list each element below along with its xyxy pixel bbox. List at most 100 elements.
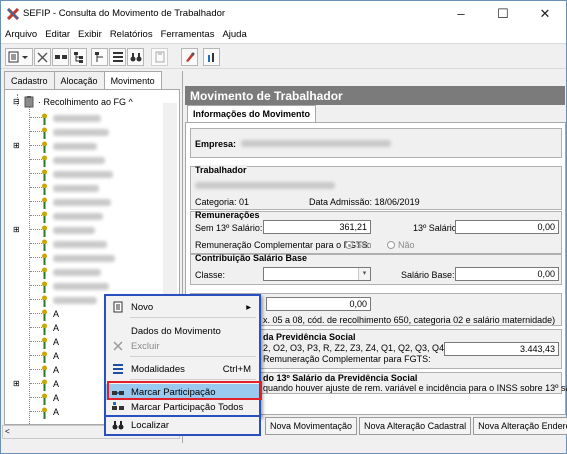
tab-movimento[interactable]: Movimento [103, 71, 162, 90]
toolbar [1, 43, 566, 69]
menu-editar[interactable]: Editar [41, 29, 74, 40]
tab-alocacao[interactable]: Alocação [53, 71, 105, 89]
maximize-button[interactable]: ☐ [482, 1, 524, 26]
worker-icon [41, 365, 48, 377]
delete-icon[interactable] [34, 48, 51, 66]
menu-item-modalidades[interactable]: Modalidades Ctrl+M [106, 361, 259, 377]
worker-icon [41, 239, 48, 251]
mark-all-icon [112, 401, 124, 413]
empresa-name-redacted [241, 140, 391, 147]
expand-icon[interactable]: ⊞ [13, 379, 20, 388]
decimo-desc: quando houver ajuste de rem. variável e … [263, 383, 567, 393]
menu-item-dados[interactable]: Dados do Movimento [106, 323, 259, 339]
paint-icon[interactable] [181, 48, 198, 66]
chart-icon[interactable] [203, 48, 220, 66]
menu-arquivo[interactable]: Arquivo [1, 29, 41, 40]
tree-item[interactable]: ⊞ [5, 224, 175, 237]
menu-exibir[interactable]: Exibir [74, 29, 106, 40]
maternidade-input[interactable]: 0,00 [266, 297, 371, 311]
folder-icon [24, 96, 34, 110]
menu-bar: Arquivo Editar Exibir Relatórios Ferrame… [1, 26, 566, 43]
disk-icon[interactable] [151, 48, 168, 66]
worker-icon [41, 407, 48, 419]
empresa-box: Empresa: [190, 128, 562, 158]
sefip-app-icon [6, 7, 20, 20]
contribuicao-legend: Contribuição Salário Base [195, 253, 308, 263]
hierarchy-icon[interactable] [91, 48, 108, 66]
salario-base-label: Salário Base: [401, 270, 455, 280]
move-icon[interactable] [52, 48, 69, 66]
empresa-label: Empresa: [195, 139, 237, 149]
tree-item[interactable] [5, 154, 175, 167]
tree-item[interactable] [5, 196, 175, 209]
tree-item[interactable] [5, 168, 175, 181]
tree-item[interactable]: ⊞ [5, 140, 175, 153]
s13-label: 13º Salário: [413, 223, 460, 233]
previdencia-line1: 2, O2, O3, P3, R, Z2, Z3, Z4, Q1, Q2, Q3… [263, 343, 447, 353]
nova-movimentacao-button[interactable]: Nova Movimentação [265, 417, 358, 435]
worker-icon [41, 309, 48, 321]
delete-icon [112, 340, 124, 352]
menu-item-marcar-todos[interactable]: Marcar Participação Todos [106, 399, 259, 415]
menu-item-localizar[interactable]: Localizar [106, 417, 259, 433]
worker-icon [41, 295, 48, 307]
menu-relatorios[interactable]: Relatórios [106, 29, 157, 40]
salario-base-input[interactable]: 0,00 [455, 267, 559, 281]
expand-icon[interactable]: ⊞ [13, 141, 20, 150]
tab-informacoes-movimento[interactable]: Informações do Movimento [187, 105, 317, 122]
worker-icon [41, 113, 48, 125]
trabalhador-box: Trabalhador Categoria: 01 Data Admissão:… [190, 165, 562, 210]
previdencia-input[interactable]: 3.443,43 [444, 342, 559, 356]
nova-alteracao-endereco-button[interactable]: Nova Alteração Endereço [473, 417, 567, 435]
list-icon[interactable] [109, 48, 126, 66]
tree-item[interactable] [5, 238, 175, 251]
nova-alteracao-cadastral-button[interactable]: Nova Alteração Cadastral [359, 417, 472, 435]
worker-icon [41, 337, 48, 349]
maternidade-desc: x. 05 a 08, cód. de recolhimento 650, ca… [263, 315, 556, 325]
worker-icon [41, 267, 48, 279]
worker-icon [41, 393, 48, 405]
application-window: SEFIP - Consulta do Movimento de Trabalh… [0, 0, 567, 454]
tree-root[interactable]: ⊟ · Recolhimento ao FG ^ [5, 96, 175, 109]
tree-item[interactable] [5, 210, 175, 223]
page-title: Movimento de Trabalhador [185, 86, 565, 105]
tree-item[interactable] [5, 126, 175, 139]
tab-cadastro[interactable]: Cadastro [4, 71, 55, 89]
menu-ferramentas[interactable]: Ferramentas [157, 29, 219, 40]
remuneracoes-box: Remunerações Sem 13º Salário: 361,21 13º… [190, 210, 562, 254]
menu-item-novo[interactable]: Novo ▸ [106, 299, 259, 315]
tree-icon[interactable] [70, 48, 87, 66]
admissao-label: Data Admissão: 18/06/2019 [309, 197, 420, 207]
trabalhador-name-redacted [195, 182, 335, 189]
close-button[interactable]: ✕ [524, 1, 566, 26]
complementar-label: Remuneração Complementar para o FGTS: [195, 240, 371, 250]
menu-ajuda[interactable]: Ajuda [218, 29, 250, 40]
decimo-title: do 13º Salário da Previdência Social [263, 373, 418, 383]
radio-sim[interactable]: Sim [345, 240, 372, 250]
minimize-button[interactable]: – [440, 1, 482, 26]
s13-input[interactable]: 0,00 [455, 220, 559, 234]
worker-icon [41, 323, 48, 335]
tree-root-label: · Recolhimento ao FG ^ [38, 97, 133, 107]
list-icon [112, 363, 124, 375]
tree-item[interactable] [5, 252, 175, 265]
classe-select[interactable]: ▾ [263, 267, 371, 281]
menu-item-excluir[interactable]: Excluir [106, 338, 259, 354]
categoria-label: Categoria: 01 [195, 197, 250, 207]
radio-nao[interactable]: Não [387, 240, 415, 250]
tree-item[interactable] [5, 266, 175, 279]
binoculars-icon[interactable] [127, 48, 144, 66]
expand-icon[interactable]: ⊞ [13, 225, 20, 234]
chevron-down-icon[interactable]: ▾ [358, 268, 370, 280]
worker-icon [41, 141, 48, 153]
tree-item[interactable] [5, 182, 175, 195]
scroll-left-icon[interactable]: < [5, 427, 10, 436]
submenu-arrow-icon: ▸ [246, 301, 251, 313]
tree-item[interactable] [5, 112, 175, 125]
new-dropdown-button[interactable] [5, 48, 33, 66]
tree-item[interactable] [5, 280, 175, 293]
expand-icon[interactable]: ⊟ [13, 97, 20, 106]
context-menu-footer: Localizar [104, 417, 261, 436]
sem13-input[interactable]: 361,21 [263, 220, 371, 234]
remuneracoes-legend: Remunerações [195, 210, 260, 220]
